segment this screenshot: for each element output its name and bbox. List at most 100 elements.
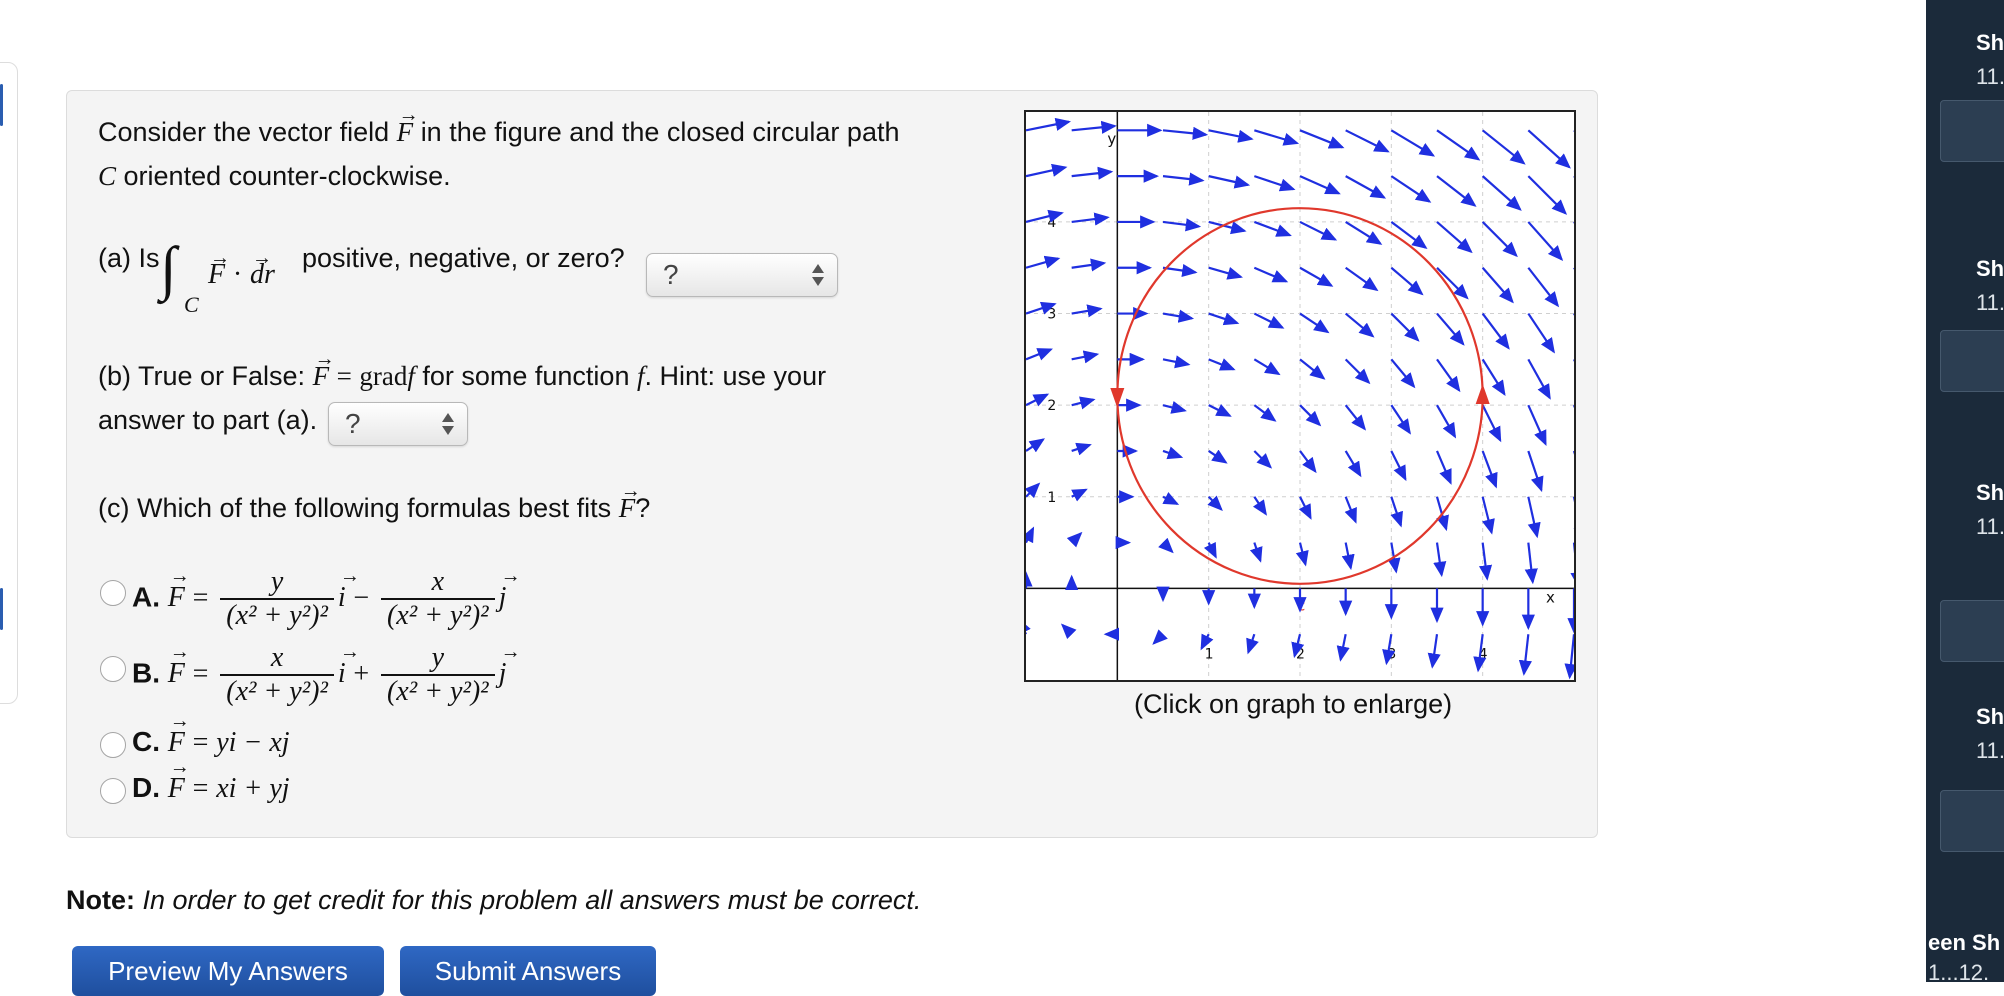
- select-arrows-icon: [442, 413, 454, 435]
- y-tick-label: 2: [1047, 398, 1056, 414]
- field-arrow: [1527, 496, 1541, 539]
- option-b-radio[interactable]: [100, 656, 126, 682]
- field-arrow: [1481, 450, 1498, 489]
- option-a-frac-2: x (x² + y²)²: [380, 566, 495, 632]
- field-arrow: [1253, 312, 1285, 329]
- field-arrow: [1024, 482, 1041, 499]
- field-arrow: [1252, 496, 1267, 516]
- field-arrow: [1344, 496, 1357, 524]
- field-arrow: [1527, 129, 1571, 169]
- y-tick-label: 1: [1047, 490, 1056, 506]
- vector-field-graph[interactable]: 12341234xyc: [1017, 110, 1617, 682]
- graph-caption: (Click on graph to enlarge): [1134, 689, 1453, 719]
- field-arrow: [1162, 446, 1184, 460]
- field-arrow: [1481, 221, 1518, 258]
- field-arrow: [1344, 404, 1367, 431]
- field-arrow: [1299, 129, 1345, 149]
- option-b-frac-2: y (x² + y²)²: [380, 642, 495, 708]
- intro-line-2: C oriented counter-clockwise.: [98, 161, 451, 191]
- field-arrow: [1071, 442, 1092, 456]
- field-arrow: [1436, 312, 1465, 346]
- field-arrow: [1564, 634, 1578, 680]
- field-arrow: [1299, 312, 1330, 334]
- field-arrow: [1208, 129, 1254, 143]
- field-arrow: [1060, 623, 1077, 640]
- option-c-radio[interactable]: [100, 732, 126, 758]
- part-b-line-2: answer to part (a).: [98, 405, 318, 435]
- field-arrow: [1071, 304, 1103, 318]
- thumb-card-2: [1940, 330, 2004, 392]
- field-arrow: [1152, 629, 1168, 645]
- option-c: C. F = yi − xj: [132, 710, 290, 759]
- field-arrow: [1208, 358, 1236, 371]
- field-arrow: [1518, 634, 1532, 676]
- field-arrow: [1390, 312, 1420, 342]
- field-arrow: [1021, 526, 1035, 544]
- option-a-radio[interactable]: [100, 580, 126, 606]
- field-arrow: [1203, 541, 1217, 559]
- field-arrow: [1299, 266, 1334, 287]
- field-arrow: [1295, 542, 1309, 567]
- option-a: A. F = y(x² + y²)²i − x(x² + y²)²j: [132, 565, 520, 632]
- field-arrow: [1345, 266, 1379, 292]
- field-arrow: [1208, 403, 1232, 417]
- field-arrow: [1527, 358, 1551, 400]
- field-arrow: [1481, 267, 1514, 304]
- field-arrow: [1390, 404, 1411, 435]
- background-window-strip: Sh 11. Sh 11. Sh 11. Sh 11. een Sh 1...1…: [1926, 0, 2004, 982]
- circle-center-label: c: [1297, 596, 1305, 614]
- field-arrow: [1390, 450, 1407, 482]
- submit-answers-button[interactable]: Submit Answers: [400, 946, 656, 996]
- field-arrow: [1527, 221, 1564, 262]
- field-arrow: [1481, 496, 1495, 535]
- field-arrow: [1481, 312, 1510, 350]
- field-arrow: [1162, 263, 1198, 278]
- field-arrow: [1253, 220, 1292, 237]
- preview-answers-button[interactable]: Preview My Answers: [72, 946, 384, 996]
- field-arrow: [1481, 404, 1502, 443]
- strip-item-3-title: Sh: [1976, 480, 2004, 505]
- option-b-frac-1: x (x² + y²)²: [220, 642, 334, 708]
- part-a-label: (a) Is: [98, 243, 160, 273]
- intro-line-1: Consider the vector field F in the figur…: [98, 93, 899, 154]
- field-arrow: [1298, 496, 1312, 520]
- field-arrow: [1071, 166, 1114, 180]
- y-axis-label: y: [1107, 130, 1116, 148]
- field-arrow: [1208, 175, 1251, 189]
- part-a-select[interactable]: ?: [646, 253, 838, 297]
- field-arrow: [1299, 450, 1317, 474]
- field-arrow: [1025, 255, 1061, 269]
- field-arrow: [1025, 163, 1068, 178]
- thumb-card-1: [1940, 100, 2004, 162]
- field-arrow: [1025, 348, 1053, 361]
- field-arrow: [1208, 449, 1228, 464]
- field-arrow: [1253, 358, 1281, 376]
- strip-item-4-title: Sh: [1976, 704, 2004, 729]
- field-arrow: [1481, 129, 1526, 165]
- thumb-card-3: [1940, 600, 2004, 662]
- field-arrow: [1208, 266, 1243, 280]
- option-d: D. F = xi + yj: [132, 756, 290, 805]
- field-arrow: [1390, 175, 1432, 203]
- field-arrow: [1436, 358, 1461, 393]
- field-arrow: [1341, 542, 1355, 571]
- field-arrow: [1336, 633, 1350, 662]
- vector-field-plot: 1 2 3 41234xyc: [1017, 112, 1617, 680]
- circle-arrow-up-icon: [1475, 384, 1490, 404]
- field-arrow: [1254, 129, 1300, 146]
- field-arrow: [1025, 117, 1072, 132]
- field-arrow: [1436, 404, 1457, 439]
- field-arrow: [1527, 267, 1560, 308]
- field-arrow: [1162, 492, 1180, 505]
- field-arrow: [1071, 350, 1100, 364]
- part-b-select[interactable]: ?: [328, 402, 468, 446]
- field-arrow: [1527, 404, 1547, 446]
- option-d-radio[interactable]: [100, 778, 126, 804]
- field-arrow: [1390, 496, 1403, 528]
- field-arrow: [1162, 309, 1195, 323]
- field-arrow: [1299, 175, 1341, 195]
- field-arrow: [1433, 542, 1447, 578]
- note: Note: In order to get credit for this pr…: [66, 885, 922, 915]
- field-arrow: [1249, 542, 1263, 563]
- field-arrow: [1345, 175, 1387, 199]
